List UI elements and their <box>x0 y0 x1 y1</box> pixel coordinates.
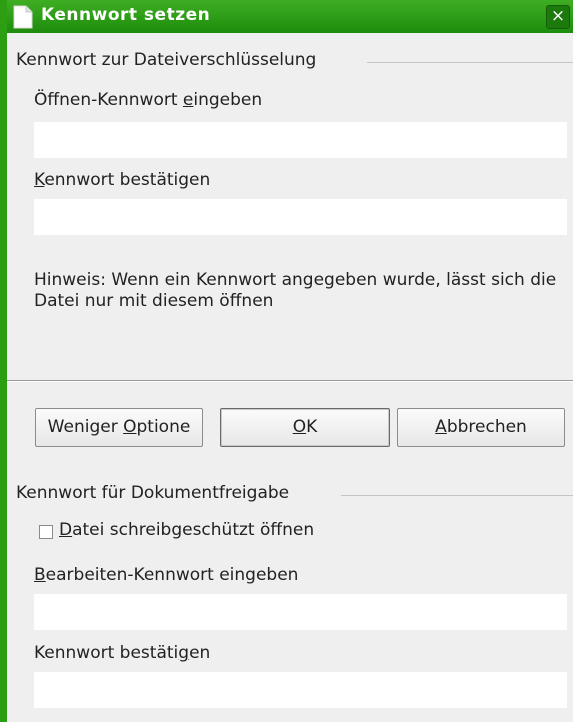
open-password-label: Öffnen-Kennwort eingeben <box>34 90 263 110</box>
edit-password-label: Bearbeiten-Kennwort eingeben <box>34 565 299 585</box>
checkbox-icon[interactable] <box>39 525 53 539</box>
encryption-section-line <box>367 62 573 63</box>
confirm-edit-password-label: Kennwort bestätigen <box>34 643 211 663</box>
title-bar[interactable]: Kennwort setzen × <box>7 0 573 33</box>
edit-password-field[interactable] <box>34 594 567 630</box>
section-divider <box>7 380 573 382</box>
password-dialog: Kennwort setzen × Kennwort zur Dateivers… <box>0 0 573 722</box>
sharing-section-line <box>341 495 573 496</box>
confirm-open-password-label: Kennwort bestätigen <box>34 170 211 190</box>
cancel-button[interactable]: Abbrechen <box>397 408 565 447</box>
fewer-options-button[interactable]: Weniger Optione <box>35 408 203 447</box>
document-icon <box>13 5 33 29</box>
confirm-edit-password-field[interactable] <box>34 672 567 708</box>
ok-button[interactable]: OK <box>220 408 390 447</box>
confirm-open-password-field[interactable] <box>34 199 567 235</box>
encryption-hint: Hinweis: Wenn ein Kennwort angegeben wur… <box>34 270 557 311</box>
sharing-section-title: Kennwort für Dokumentfreigabe <box>16 483 290 503</box>
dialog-title: Kennwort setzen <box>41 5 211 25</box>
encryption-section-title: Kennwort zur Dateiverschlüsselung <box>16 50 317 70</box>
close-icon[interactable]: × <box>546 5 570 29</box>
readonly-checkbox-label[interactable]: Datei schreibgeschützt öffnen <box>59 520 314 540</box>
open-password-field[interactable] <box>34 122 567 158</box>
